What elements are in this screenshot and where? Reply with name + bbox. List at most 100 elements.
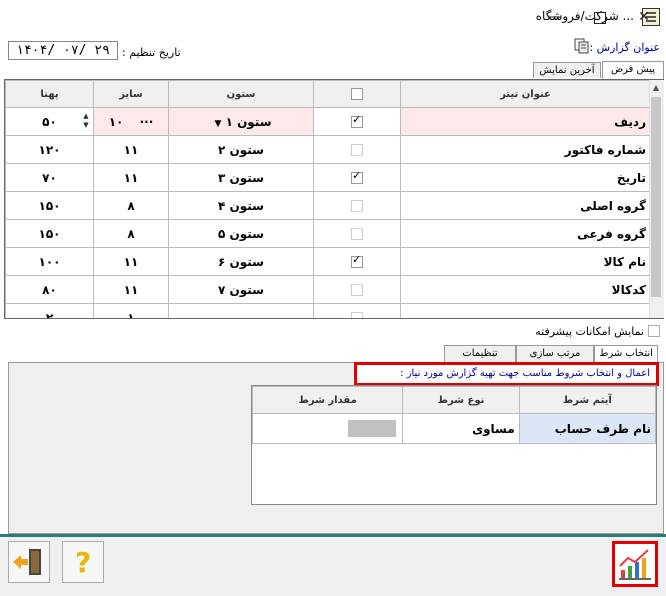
maximize-icon xyxy=(594,12,606,24)
report-title-label: عنوان گزارش : xyxy=(589,41,660,54)
check-cell[interactable] xyxy=(313,163,401,192)
report-icon[interactable] xyxy=(574,38,590,54)
column-cell[interactable]: ستون ۶ xyxy=(168,247,314,276)
exit-button[interactable] xyxy=(8,541,50,583)
row-checkbox[interactable] xyxy=(351,228,363,240)
help-icon: ? xyxy=(75,546,92,579)
table-row[interactable]: مساوی نام طرف حساب xyxy=(251,413,657,444)
column-cell[interactable] xyxy=(168,303,314,318)
conditions-note: اعمال و انتخاب شروط مناسب جهت تهیه گزارش… xyxy=(354,362,659,386)
size-cell[interactable]: ۱ xyxy=(93,303,169,318)
column-cell[interactable]: ستون ۲ xyxy=(168,135,314,164)
tab-conditions[interactable]: انتخاب شرط xyxy=(594,345,658,362)
size-cell[interactable]: ۱۱ xyxy=(93,275,169,304)
row-checkbox[interactable] xyxy=(351,200,363,212)
size-cell[interactable]: ۸ xyxy=(93,219,169,248)
size-cell[interactable]: ۱۱ xyxy=(93,247,169,276)
columns-grid[interactable]: پهنا سایز ستون عنوان تیتر ۵۰ ▲ ▼ ۱۰ ··· ▼… xyxy=(4,79,664,319)
date-label: تاریخ تنظیم : xyxy=(122,46,181,59)
column-cell[interactable]: ستون ۳ xyxy=(168,163,314,192)
table-row[interactable]: ۵۰ ▲▼ ۱۰ ··· ▼ ستون ۱ ردیف xyxy=(5,107,651,136)
header-title: عنوان تیتر xyxy=(400,80,651,108)
header-check[interactable] xyxy=(313,80,401,108)
row-checkbox[interactable] xyxy=(351,284,363,296)
check-cell[interactable] xyxy=(313,191,401,220)
width-cell[interactable]: ۲ xyxy=(5,303,94,318)
width-cell[interactable]: ۱۵۰ xyxy=(5,219,94,248)
header-condition-value: مقدار شرط xyxy=(251,386,404,414)
tab-settings[interactable]: تنظیمات xyxy=(444,345,516,362)
scrollbar-thumb[interactable] xyxy=(651,97,661,297)
size-cell[interactable]: ۱۰ ··· xyxy=(93,107,169,136)
condition-value-cell[interactable] xyxy=(251,413,404,444)
columns-table: پهنا سایز ستون عنوان تیتر ۵۰ ▲ ▼ ۱۰ ··· ▼… xyxy=(5,80,651,318)
condition-item-cell[interactable]: نام طرف حساب xyxy=(518,413,657,444)
column-cell[interactable]: ستون ۵ xyxy=(168,219,314,248)
title-cell[interactable]: شماره فاکتور xyxy=(400,135,651,164)
row-checkbox[interactable] xyxy=(351,144,363,156)
column-cell[interactable]: ستون ۷ xyxy=(168,275,314,304)
table-row[interactable]: ۲ ۱ xyxy=(5,303,651,318)
header-condition-type: نوع شرط xyxy=(402,386,520,414)
row-checkbox[interactable] xyxy=(351,169,363,184)
table-row[interactable]: ۸۰ ۱۱ ستون ۷ کدکالا xyxy=(5,275,651,304)
check-cell[interactable] xyxy=(313,135,401,164)
title-cell[interactable]: تاریخ xyxy=(400,163,651,192)
width-cell[interactable]: ۱۲۰ xyxy=(5,135,94,164)
title-cell[interactable]: گروه فرعی xyxy=(400,219,651,248)
width-cell[interactable]: ۱۰۰ xyxy=(5,247,94,276)
row-checkbox[interactable] xyxy=(351,253,363,268)
exit-icon xyxy=(13,549,41,575)
header-condition-item: آیتم شرط xyxy=(518,386,657,414)
table-row[interactable]: ۱۰۰ ۱۱ ستون ۶ نام کالا xyxy=(5,247,651,276)
header-size: سایز xyxy=(93,80,169,108)
table-row[interactable]: ۱۵۰ ۸ ستون ۵ گروه فرعی xyxy=(5,219,651,248)
title-cell[interactable]: نام کالا xyxy=(400,247,651,276)
column-cell[interactable]: ستون ۴ xyxy=(168,191,314,220)
maximize-button[interactable] xyxy=(577,4,623,30)
condition-type-cell[interactable]: مساوی xyxy=(402,413,520,444)
check-cell[interactable] xyxy=(313,247,401,276)
table-row[interactable]: ۷۰ ۱۱ ستون ۳ تاریخ xyxy=(5,163,651,192)
check-cell[interactable] xyxy=(313,275,401,304)
show-report-button[interactable] xyxy=(612,541,658,587)
ellipsis-icon[interactable]: ··· xyxy=(140,115,154,129)
title-cell[interactable] xyxy=(400,303,651,318)
width-cell[interactable]: ۵۰ ▲ ▼ xyxy=(5,107,94,136)
minimize-button[interactable]: — xyxy=(531,4,577,30)
tab-sort[interactable]: مرتب سازی xyxy=(516,345,594,362)
size-cell[interactable]: ۱۱ xyxy=(93,163,169,192)
close-button[interactable]: ✕ xyxy=(621,4,666,30)
title-cell[interactable]: کدکالا xyxy=(400,275,651,304)
header-checkbox[interactable] xyxy=(351,88,363,100)
check-cell[interactable] xyxy=(313,107,401,136)
header-width: پهنا xyxy=(5,80,94,108)
header-column: ستون xyxy=(168,80,314,108)
scroll-up-icon[interactable]: ▲ xyxy=(649,80,663,96)
title-cell[interactable]: ردیف xyxy=(400,107,651,136)
width-cell[interactable]: ۱۵۰ xyxy=(5,191,94,220)
check-cell[interactable] xyxy=(313,303,401,318)
check-cell[interactable] xyxy=(313,219,401,248)
row-checkbox[interactable] xyxy=(351,312,363,318)
date-input[interactable]: ۱۴۰۴/ ۰۷/ ۲۹ xyxy=(8,41,118,60)
conditions-grid[interactable]: مقدار شرط نوع شرط آیتم شرط مساوی نام طرف… xyxy=(251,385,657,505)
spinner-icon[interactable]: ▲ ▼ xyxy=(81,112,91,130)
tab-default[interactable]: پیش فرض xyxy=(602,61,664,79)
chart-icon xyxy=(619,549,651,580)
condition-value-input[interactable] xyxy=(348,420,397,437)
width-cell[interactable]: ۷۰ xyxy=(5,163,94,192)
table-row[interactable]: ۱۵۰ ۸ ستون ۴ گروه اصلی xyxy=(5,191,651,220)
chevron-down-icon[interactable]: ▼ xyxy=(214,119,221,129)
table-row[interactable]: ۱۲۰ ۱۱ ستون ۲ شماره فاکتور xyxy=(5,135,651,164)
advanced-options-checkbox[interactable] xyxy=(648,325,660,337)
help-button[interactable]: ? xyxy=(62,541,104,583)
size-cell[interactable]: ۸ xyxy=(93,191,169,220)
row-checkbox[interactable] xyxy=(351,113,363,128)
column-cell[interactable]: ▼ ستون ۱ xyxy=(168,107,314,136)
title-cell[interactable]: گروه اصلی xyxy=(400,191,651,220)
advanced-options-label: نمایش امکانات پیشرفته xyxy=(535,325,644,338)
size-cell[interactable]: ۱۱ xyxy=(93,135,169,164)
width-cell[interactable]: ۸۰ xyxy=(5,275,94,304)
tab-last-view[interactable]: آخرین نمایش xyxy=(533,62,601,78)
